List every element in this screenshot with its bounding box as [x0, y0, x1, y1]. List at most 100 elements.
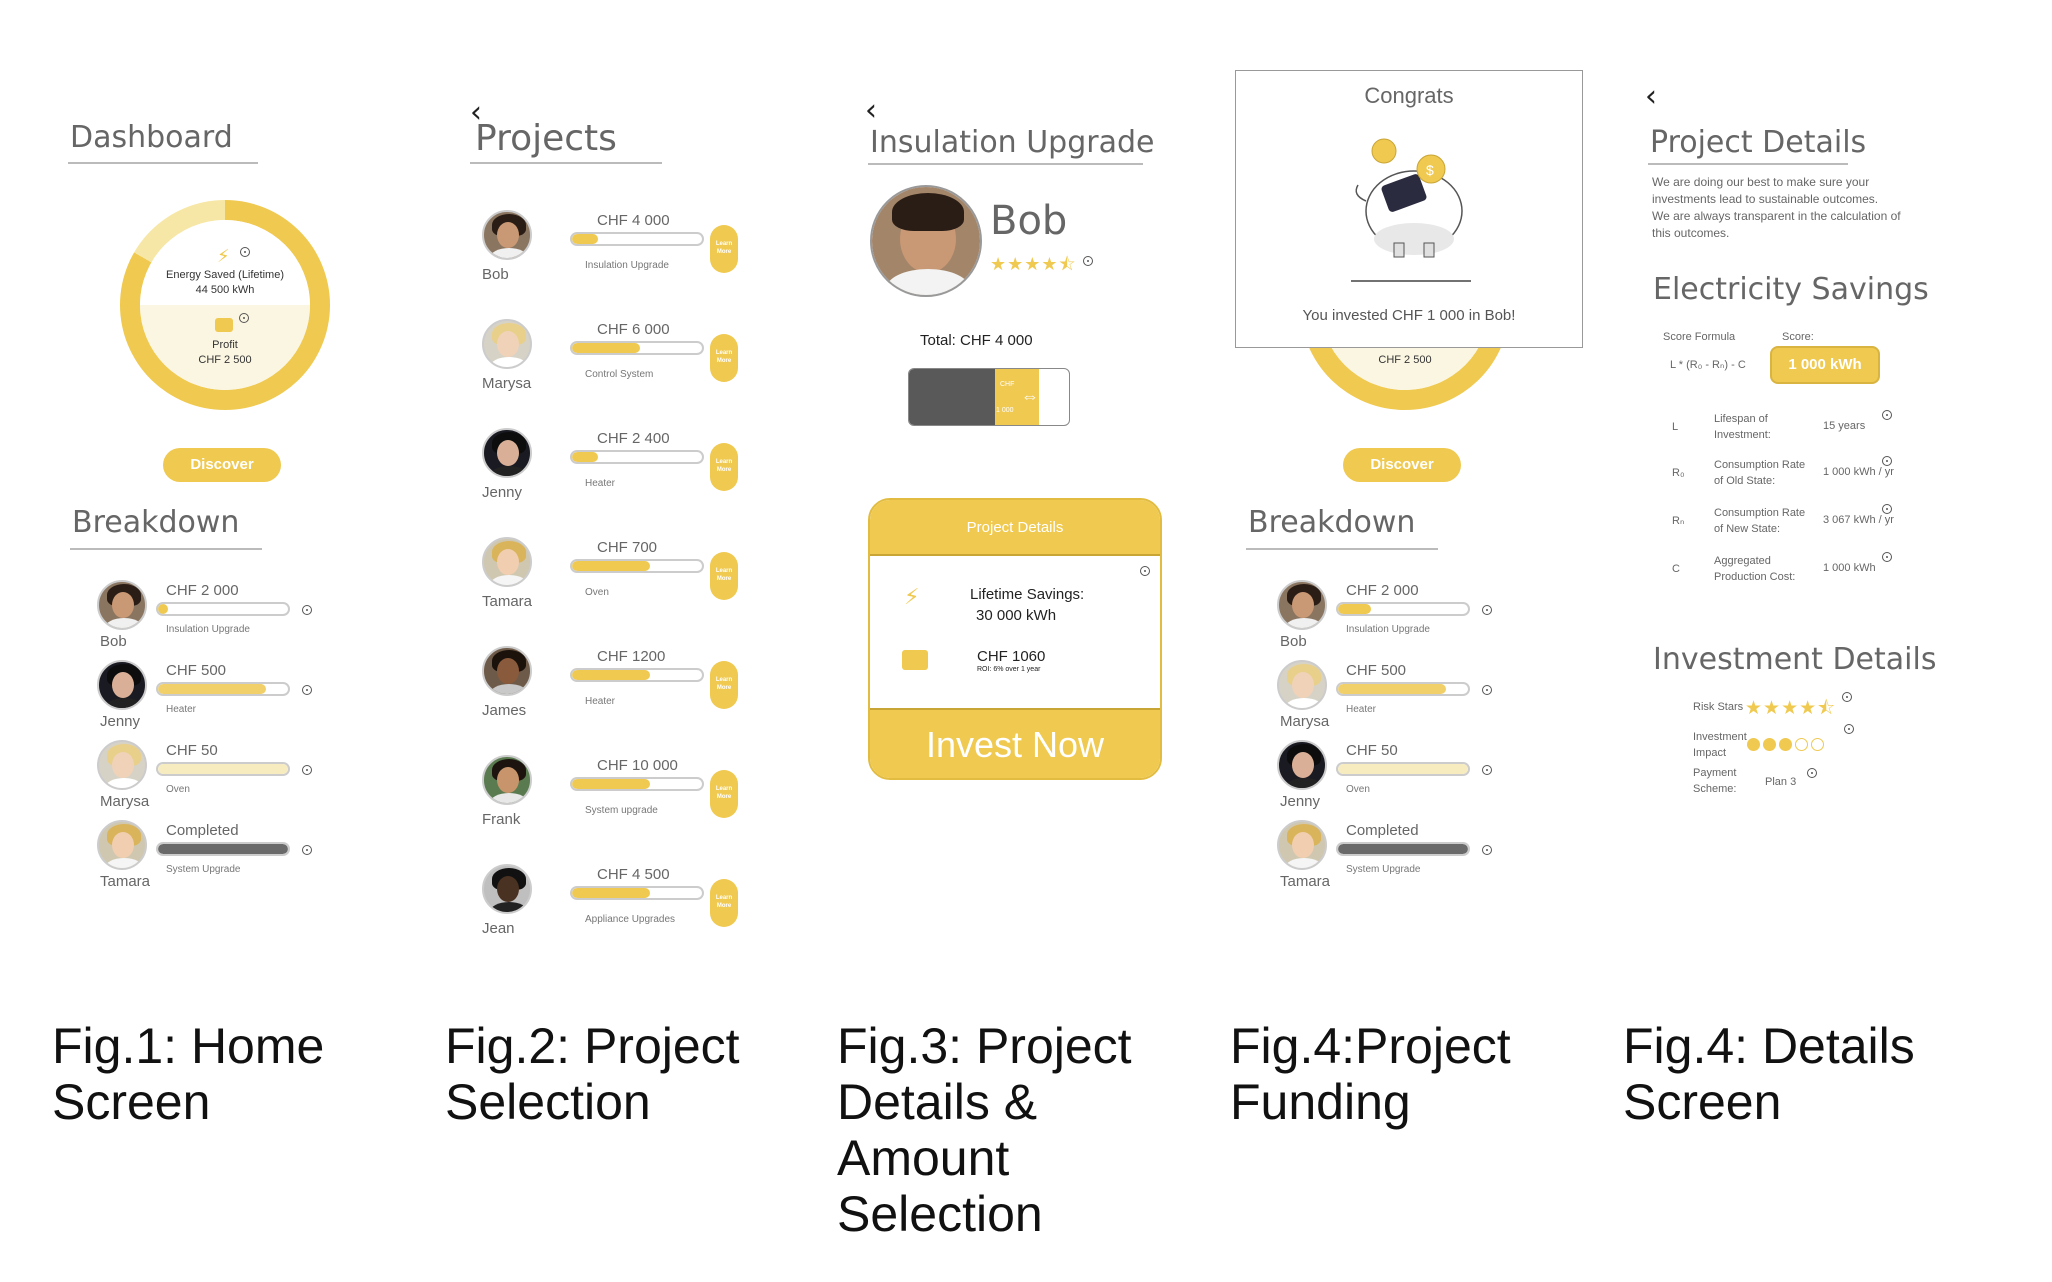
plug-icon: ⚡	[217, 246, 230, 266]
caption-fig1: Fig.1: Home Screen	[52, 1018, 325, 1130]
avatar	[482, 210, 532, 260]
info-icon[interactable]	[302, 765, 312, 775]
progress-bar	[1336, 762, 1470, 776]
learn-more-button[interactable]: Learn More	[710, 225, 738, 273]
learn-more-button[interactable]: Learn More	[710, 443, 738, 491]
learn-more-button[interactable]: Learn More	[710, 334, 738, 382]
info-icon[interactable]	[1882, 410, 1892, 420]
info-icon[interactable]	[1083, 256, 1093, 266]
project-type: Insulation Upgrade	[585, 260, 669, 271]
variable-label: Consumption Rate	[1714, 459, 1806, 471]
progress-bar	[1336, 842, 1470, 856]
amount-label: CHF 4 000	[597, 212, 670, 229]
project-type: Insulation Upgrade	[166, 624, 250, 635]
amount-slider[interactable]: CHF 1 000 ⇔	[908, 368, 1070, 426]
profit-value: CHF 2 500	[198, 354, 252, 366]
variable-symbol: L	[1672, 421, 1679, 433]
person-name: Bob	[482, 266, 509, 283]
project-type: Heater	[585, 696, 616, 707]
back-chevron-icon[interactable]: ‹	[865, 96, 877, 126]
person-name: Frank	[482, 811, 521, 828]
impact-dot	[1747, 738, 1760, 752]
piggy-bank-icon: $	[1351, 138, 1471, 282]
progress-bar	[570, 559, 704, 573]
discover-button[interactable]: Discover	[1343, 448, 1461, 482]
project-type: Oven	[166, 784, 190, 795]
project-type: Oven	[585, 587, 609, 598]
chf-value: CHF 1060	[977, 648, 1046, 665]
info-icon[interactable]	[1482, 685, 1492, 695]
drag-handle-icon[interactable]: ⇔	[1021, 386, 1039, 407]
progress-bar	[156, 682, 290, 696]
variable-symbol: R₀	[1672, 467, 1685, 479]
info-icon[interactable]	[1482, 845, 1492, 855]
back-chevron-icon[interactable]: ‹	[1645, 82, 1657, 112]
variable-label: Investment:	[1714, 429, 1771, 441]
info-icon[interactable]	[1482, 605, 1492, 615]
energy-saved-value: 44 500 kWh	[195, 284, 255, 296]
invest-now-button[interactable]: Invest Now	[870, 708, 1160, 778]
progress-bar	[570, 886, 704, 900]
coins-icon	[902, 650, 928, 670]
impact-dot	[1779, 738, 1792, 752]
amount-label: CHF 1200	[597, 648, 666, 665]
info-icon[interactable]	[1140, 566, 1150, 576]
amount-label: Completed	[166, 822, 239, 839]
info-icon[interactable]	[240, 247, 250, 257]
project-type: Insulation Upgrade	[1346, 624, 1430, 635]
amount-label: CHF 10 000	[597, 757, 678, 774]
total-amount: Total: CHF 4 000	[920, 332, 1033, 349]
discover-button[interactable]: Discover	[163, 448, 281, 482]
section-title: Investment Details	[1653, 642, 1937, 677]
avatar	[870, 185, 982, 297]
progress-bar	[570, 668, 704, 682]
summary-gauge: ⚡ Energy Saved (Lifetime) 44 500 kWh Pro…	[120, 200, 330, 410]
info-icon[interactable]	[1882, 456, 1892, 466]
avatar	[1277, 820, 1327, 870]
project-type: System upgrade	[585, 805, 658, 816]
intro-text: We are doing our best to make sure your i…	[1652, 174, 1901, 242]
caption-fig5: Fig.4: Details Screen	[1623, 1018, 1915, 1130]
learn-more-button[interactable]: Learn More	[710, 770, 738, 818]
person-name: Marysa	[1280, 713, 1330, 730]
learn-more-button[interactable]: Learn More	[710, 879, 738, 927]
project-details-screen: ‹ Insulation Upgrade Bob ★★★★⯪ Total: CH…	[840, 40, 1170, 960]
info-icon[interactable]	[1807, 768, 1817, 778]
learn-more-button[interactable]: Learn More	[710, 552, 738, 600]
person-name: Marysa	[100, 793, 150, 810]
info-icon[interactable]	[1882, 552, 1892, 562]
details-screen: ‹ Project Details We are doing our best …	[1620, 40, 2020, 960]
caption-fig4: Fig.4:Project Funding	[1230, 1018, 1511, 1130]
congrats-modal: Congrats $ You invested CHF 1 000 in Bob…	[1235, 70, 1583, 348]
avatar	[482, 755, 532, 805]
variable-label: Lifespan of	[1714, 413, 1768, 425]
progress-bar	[156, 602, 290, 616]
rating-stars: ★★★★⯪	[990, 254, 1077, 274]
variable-value: 1 000 kWh	[1823, 562, 1876, 574]
info-icon[interactable]	[302, 845, 312, 855]
payment-label: Scheme:	[1693, 783, 1737, 795]
info-icon[interactable]	[239, 313, 249, 323]
learn-more-button[interactable]: Learn More	[710, 661, 738, 709]
amount-label: CHF 500	[166, 662, 227, 679]
info-icon[interactable]	[302, 605, 312, 615]
info-icon[interactable]	[1482, 765, 1492, 775]
svg-text:$: $	[1426, 162, 1434, 178]
info-icon[interactable]	[302, 685, 312, 695]
info-icon[interactable]	[1844, 724, 1854, 734]
progress-bar	[570, 450, 704, 464]
page-title: Project Details	[1650, 125, 1867, 160]
project-type: Appliance Upgrades	[585, 914, 676, 925]
coins-icon	[215, 318, 233, 332]
info-icon[interactable]	[1882, 504, 1892, 514]
amount-label: CHF 2 000	[166, 582, 239, 599]
amount-label: CHF 50	[1346, 742, 1398, 759]
title-underline	[1246, 548, 1438, 550]
title-underline	[1648, 163, 1848, 165]
amount-label: CHF 2 400	[597, 430, 670, 447]
project-type: Heater	[585, 478, 616, 489]
title-underline	[470, 162, 662, 164]
slider-label: CHF	[1000, 381, 1015, 388]
info-icon[interactable]	[1842, 692, 1852, 702]
impact-label: Investment	[1693, 731, 1747, 743]
